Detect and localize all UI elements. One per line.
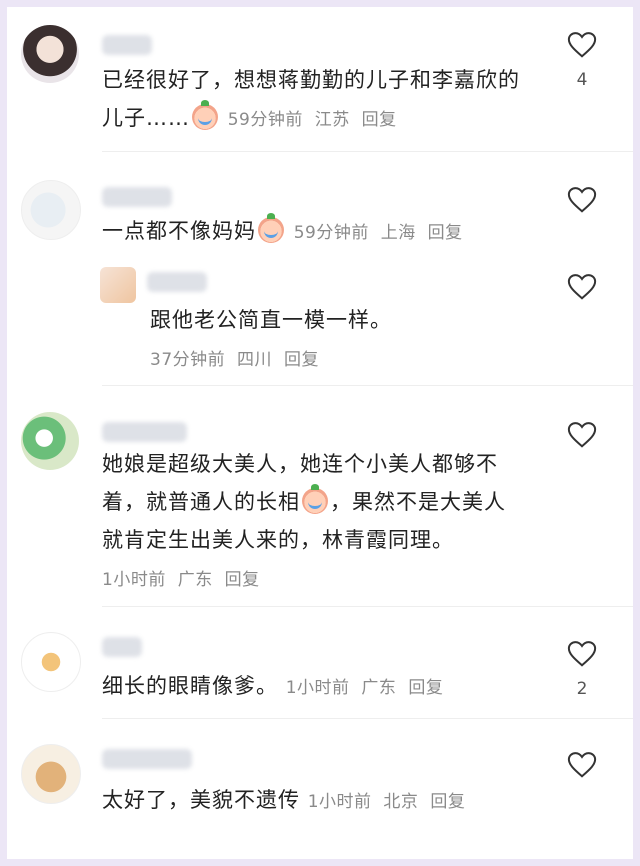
avatar[interactable] [21, 412, 79, 470]
comment-meta: 1小时前 广东 回复 [102, 565, 266, 590]
avatar[interactable] [21, 632, 81, 692]
comment-text: 一点都不像妈妈 59分钟前 上海 回复 [102, 212, 469, 252]
comment-meta: 1小时前 广东 回复 [286, 678, 450, 698]
comment-time: 1小时前 [285, 678, 350, 698]
reply-meta: 37分钟前 四川 回复 [150, 345, 325, 370]
username[interactable] [102, 422, 187, 442]
comment-location: 四川 [237, 350, 273, 370]
comment-text-line: 儿子…… [102, 106, 190, 130]
heart-outline-icon[interactable] [567, 186, 597, 214]
avatar[interactable] [21, 25, 79, 83]
comment-item: 一点都不像妈妈 59分钟前 上海 回复 跟他老公简直一模一样。 37分钟前 四川… [7, 152, 633, 387]
comment-location: 江苏 [314, 110, 350, 130]
crying-laughing-emoji-icon [192, 100, 218, 130]
comment-text: 她娘是超级大美人，她连个小美人都够不 着，就普通人的长相 ，果然不是大美人 就肯定… [102, 445, 506, 559]
username[interactable] [102, 749, 192, 769]
like-count: 2 [576, 679, 588, 699]
avatar[interactable] [21, 180, 81, 240]
comment-text-line: 她娘是超级大美人，她连个小美人都够不 [102, 452, 498, 476]
comment-text-line: ，果然不是大美人 [330, 490, 506, 514]
comment-time: 1小时前 [102, 570, 166, 590]
crying-laughing-emoji-icon [258, 213, 284, 243]
reply-avatar[interactable] [100, 267, 136, 303]
comment-text-line: 就肯定生出美人来的，林青霞同理。 [102, 528, 454, 552]
comment-time: 1小时前 [307, 792, 372, 812]
comment-list: 已经很好了，想想蒋勤勤的儿子和李嘉欣的 儿子…… 59分钟前 江苏 回复 4 一… [7, 7, 633, 859]
avatar[interactable] [21, 744, 81, 804]
comment-meta: 59分钟前 上海 回复 [294, 223, 469, 243]
comment-text: 已经很好了，想想蒋勤勤的儿子和李嘉欣的 儿子…… 59分钟前 江苏 回复 [102, 61, 520, 139]
heart-outline-icon[interactable] [567, 640, 597, 668]
reply-button[interactable]: 回复 [408, 678, 443, 698]
comment-item: 已经很好了，想想蒋勤勤的儿子和李嘉欣的 儿子…… 59分钟前 江苏 回复 4 [7, 7, 633, 152]
reply-button[interactable]: 回复 [284, 350, 319, 370]
reply-button[interactable]: 回复 [430, 792, 465, 812]
comment-text-line: 一点都不像妈妈 [102, 219, 256, 243]
comment-time: 59分钟前 [227, 110, 303, 130]
heart-outline-icon[interactable] [567, 31, 597, 59]
comment-time: 37分钟前 [150, 350, 226, 370]
comment-item: 太好了，美貌不遗传 1小时前 北京 回复 [7, 719, 633, 859]
username[interactable] [102, 637, 142, 657]
comment-text-line: 太好了，美貌不遗传 [102, 788, 300, 812]
like-count: 4 [576, 70, 588, 90]
heart-outline-icon[interactable] [567, 273, 597, 301]
comment-item: 她娘是超级大美人，她连个小美人都够不 着，就普通人的长相 ，果然不是大美人 就肯定… [7, 387, 633, 607]
heart-outline-icon[interactable] [567, 421, 597, 449]
username[interactable] [102, 187, 172, 207]
comment-location: 广东 [361, 678, 397, 698]
comment-meta: 1小时前 北京 回复 [308, 792, 472, 812]
heart-outline-icon[interactable] [567, 751, 597, 779]
comment-location: 广东 [177, 570, 213, 590]
comment-text: 细长的眼睛像爹。 1小时前 广东 回复 [102, 667, 449, 707]
comment-text-line: 已经很好了，想想蒋勤勤的儿子和李嘉欣的 [102, 68, 520, 92]
comment-meta: 59分钟前 江苏 回复 [228, 110, 403, 130]
reply-button[interactable]: 回复 [428, 223, 463, 243]
comment-item: 细长的眼睛像爹。 1小时前 广东 回复 2 [7, 607, 633, 719]
comment-location: 上海 [380, 223, 416, 243]
comment-text: 太好了，美貌不遗传 1小时前 北京 回复 [102, 781, 471, 821]
crying-laughing-emoji-icon [302, 484, 328, 514]
reply-button[interactable]: 回复 [362, 110, 397, 130]
divider [102, 385, 633, 386]
reply-button[interactable]: 回复 [225, 570, 260, 590]
comment-text-line: 着，就普通人的长相 [102, 490, 300, 514]
comment-text-line: 细长的眼睛像爹。 [102, 674, 278, 698]
reply-username[interactable] [147, 272, 207, 292]
username[interactable] [102, 35, 152, 55]
reply-text: 跟他老公简直一模一样。 [150, 308, 392, 332]
comment-time: 59分钟前 [293, 223, 369, 243]
comment-location: 北京 [383, 792, 419, 812]
